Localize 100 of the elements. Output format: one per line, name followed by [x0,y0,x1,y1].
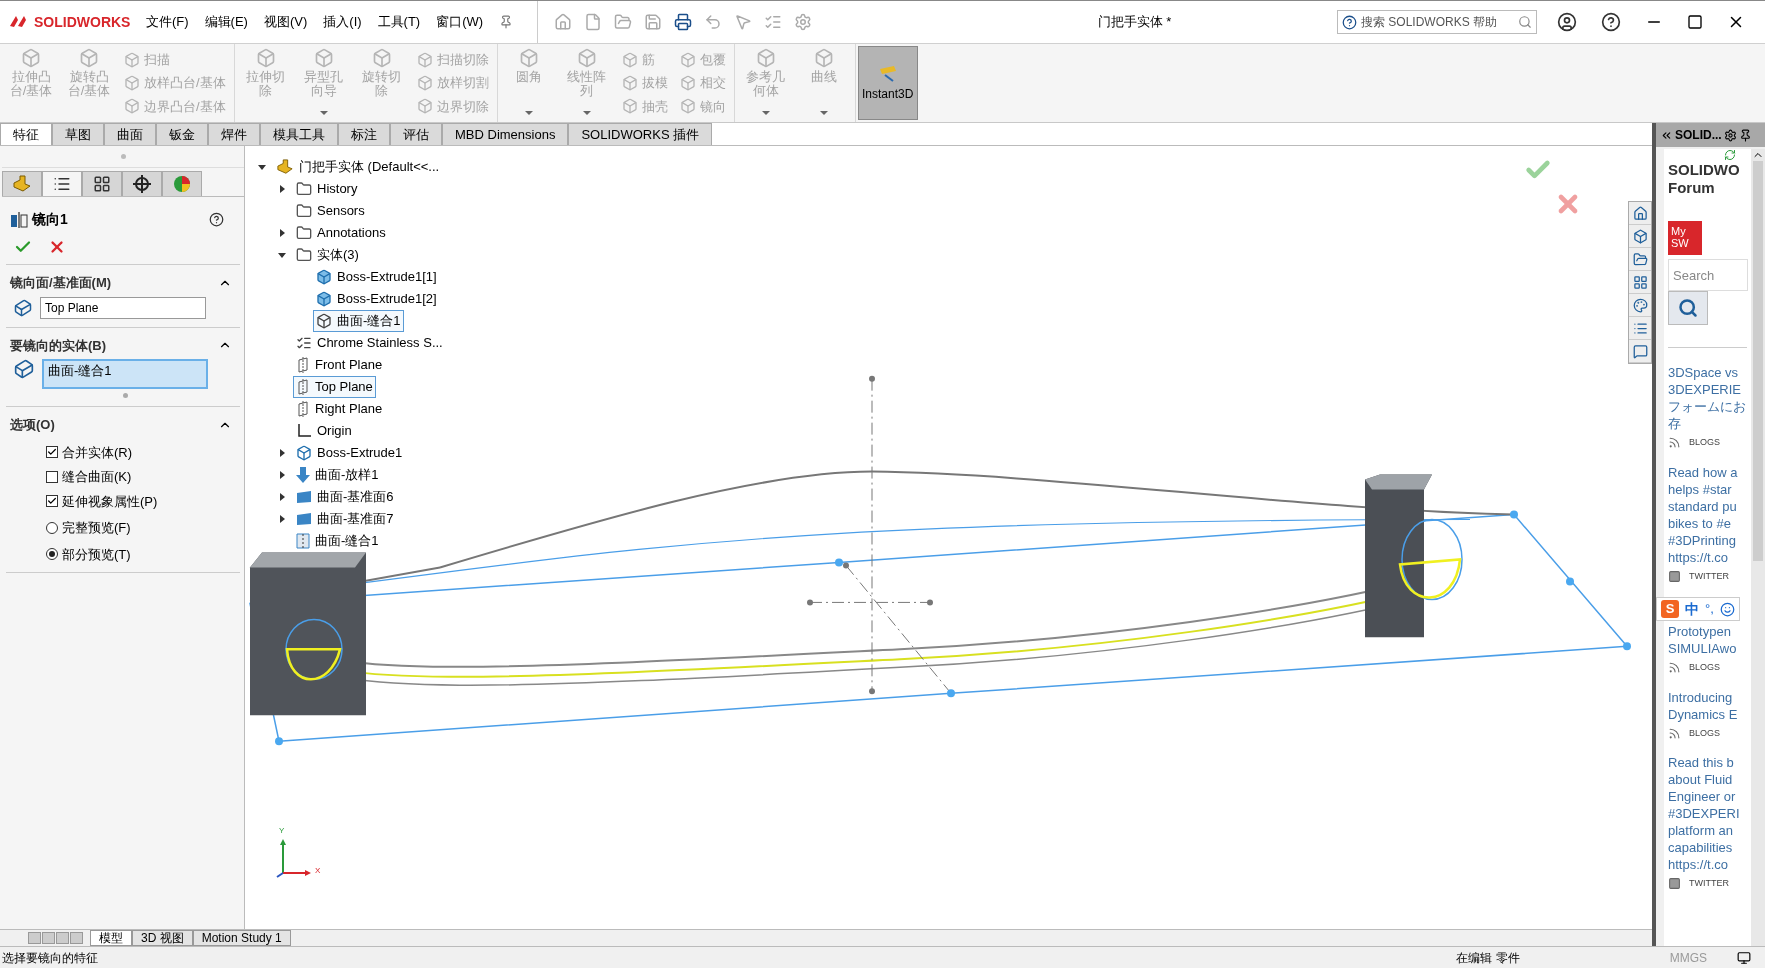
command-tab[interactable]: 焊件 [208,123,260,145]
model-tab[interactable]: 模型 [90,930,132,946]
model-tab[interactable]: Motion Study 1 [192,930,291,946]
post-text[interactable]: standard pu [1668,497,1751,515]
control-point[interactable] [1566,577,1574,586]
cube-icon [316,291,332,307]
collapse-arrow-icon[interactable] [279,493,285,501]
grid-icon[interactable] [1632,274,1648,290]
command-tab[interactable]: 模具工具 [260,123,338,145]
chat-icon[interactable] [1632,343,1648,359]
control-point[interactable] [275,737,283,746]
checkbox[interactable] [46,470,58,483]
post-text[interactable]: Read how a [1668,463,1751,481]
tree-item[interactable]: 曲面-缝合1 [313,310,404,332]
radio-button[interactable] [46,548,58,561]
ime-logo: S [1661,600,1679,618]
control-point[interactable] [1510,510,1518,519]
menu-item[interactable]: 窗口(W) [428,12,492,32]
post-text[interactable]: Introducing [1668,688,1751,706]
post-text[interactable]: https://t.co [1668,856,1751,873]
post-text[interactable]: bikes to #e [1668,514,1751,532]
collapse-arrow-icon[interactable] [279,229,285,237]
maximize-icon[interactable] [1687,14,1703,30]
collapse-arrow-icon[interactable] [279,449,285,457]
search-button[interactable] [1668,291,1708,325]
tree-item[interactable]: Top Plane [293,376,376,398]
box-icon [679,75,696,91]
ime-punctuation[interactable]: °, [1705,599,1714,619]
control-point[interactable] [1623,642,1631,651]
help-icon[interactable] [209,212,224,227]
command-tab[interactable]: SOLIDWORKS 插件 [568,123,713,145]
emoji-icon[interactable] [1719,601,1735,617]
command-tab[interactable]: 评估 [390,123,442,145]
menu-item[interactable]: 视图(V) [255,12,316,32]
palette-icon[interactable] [1632,297,1648,313]
checkbox[interactable] [46,446,58,459]
model-tab[interactable]: 3D 视图 [132,930,193,946]
collapse-arrow-icon[interactable] [279,471,285,479]
cancel-icon[interactable] [48,238,66,256]
folder-icon [296,203,312,219]
panel-tab[interactable] [82,171,122,196]
command-tab[interactable]: 特征 [0,123,52,145]
bodies-list-field[interactable]: 曲面-缝合1 [42,359,208,389]
post-text[interactable]: SIMULIAwo [1668,640,1751,657]
folder-icon[interactable] [1632,251,1648,267]
post-text[interactable]: https://t.co [1668,548,1751,566]
panel-tab[interactable] [122,171,162,196]
command-tab[interactable]: 草图 [52,123,104,145]
refresh-icon[interactable] [1723,149,1736,161]
post-text[interactable]: #3DPrinting [1668,531,1751,549]
user-icon[interactable] [1557,12,1577,32]
post-text[interactable]: Dynamics E [1668,705,1751,723]
ime-mode[interactable]: 中 [1685,598,1699,620]
box-icon [416,51,433,68]
search-field[interactable]: Search [1668,259,1748,291]
menu-item[interactable]: 工具(T) [369,12,429,32]
collapse-arrow-icon[interactable] [279,515,285,523]
pin-icon[interactable] [1738,128,1752,142]
help-icon[interactable] [1601,12,1621,32]
box-icon [313,48,334,68]
post-text[interactable]: platform an [1668,822,1751,839]
post-text[interactable]: 3DEXPERIE [1668,381,1751,398]
post-text[interactable]: about Fluid [1668,771,1751,788]
search-field[interactable]: 搜索 SOLIDWORKS 帮助 [1337,10,1537,34]
splitter-handle[interactable] [120,154,126,159]
post-text[interactable]: 存 [1668,415,1751,432]
post-text[interactable]: Read this b [1668,754,1751,771]
menu-item[interactable]: 插入(I) [315,12,370,32]
home-icon[interactable] [1632,205,1648,221]
list-icon[interactable] [1632,320,1648,336]
plane-icon [296,379,310,395]
status-icon [1737,950,1751,965]
expand-arrow-icon[interactable] [278,252,286,258]
resize-handle[interactable] [122,393,128,398]
radio-button[interactable] [46,521,58,534]
post-text[interactable]: Prototypen [1668,623,1751,640]
settings-icon[interactable] [1723,128,1737,142]
post-text[interactable]: helps #star [1668,480,1751,498]
post-text[interactable]: フォームにお [1668,398,1751,415]
menu-item[interactable]: 编辑(E) [196,12,256,32]
search-icon[interactable] [1518,15,1532,29]
post-text[interactable]: Engineer or [1668,788,1751,805]
print-icon[interactable] [674,13,693,31]
collapse-arrow-icon[interactable] [279,185,285,193]
panel-tab[interactable] [42,171,82,196]
cube-icon[interactable] [1632,228,1648,244]
post-text[interactable]: capabilities [1668,839,1751,856]
checkbox[interactable] [46,495,58,508]
menu-item[interactable]: 文件(F) [138,12,197,32]
command-tab[interactable]: 标注 [338,123,390,145]
expand-arrow-icon[interactable] [258,164,266,170]
control-point[interactable] [947,689,955,698]
command-tab[interactable]: 曲面 [104,123,156,145]
command-tab[interactable]: MBD Dimensions [442,123,569,145]
pin-icon[interactable] [499,15,514,29]
control-point[interactable] [835,558,843,567]
command-tab[interactable]: 钣金 [156,123,208,145]
mirror-plane-field[interactable]: Top Plane [40,296,206,319]
post-text[interactable]: 3DSpace vs [1668,364,1751,381]
post-text[interactable]: #3DEXPERI [1668,805,1751,822]
